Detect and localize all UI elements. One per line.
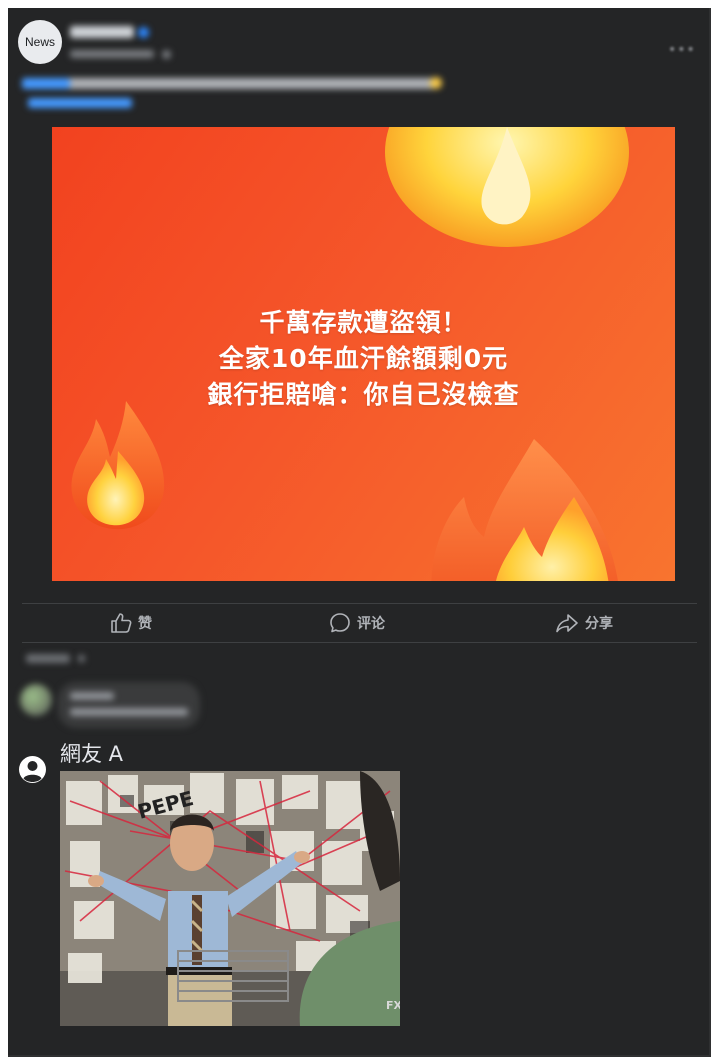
share-icon (556, 614, 578, 633)
share-button[interactable]: 分享 (555, 612, 613, 634)
comment-label: 评论 (357, 616, 385, 632)
card-edge (709, 8, 711, 1057)
fire-emoji-icon (431, 439, 618, 581)
svg-text:FX: FX (386, 999, 400, 1012)
post-link-blurred[interactable] (28, 98, 132, 108)
post-text-blurred (22, 77, 442, 89)
user-icon[interactable] (19, 756, 46, 783)
headline-line-1: 千萬存款遭盜領！ (259, 308, 468, 337)
divider (22, 642, 697, 643)
divider (22, 603, 697, 604)
like-button[interactable]: 赞 (110, 612, 152, 634)
globe-icon (162, 50, 171, 59)
comment-button[interactable]: 评论 (329, 612, 385, 634)
commenter-name[interactable]: 網友 A (60, 738, 123, 768)
comment-bubble-blurred (58, 682, 200, 728)
meme-photo: PEPE FX (60, 771, 400, 1026)
commenter-avatar-blurred[interactable] (20, 684, 52, 716)
comment-meme-image[interactable]: PEPE FX (60, 771, 400, 1026)
post-timestamp-blurred[interactable] (70, 50, 154, 58)
card-edge (8, 1055, 711, 1057)
comment-text-blurred (70, 708, 188, 716)
verified-badge-icon (138, 27, 149, 38)
emoji-icon (430, 77, 442, 89)
thumbs-up-icon (111, 613, 132, 633)
fire-emoji-icon (385, 127, 629, 247)
fire-emoji-icon (71, 401, 165, 530)
page-avatar[interactable]: News (18, 20, 62, 64)
like-label: 赞 (138, 616, 152, 632)
headline-line-2: 全家10年血汗餘額剩0元 (218, 344, 509, 373)
hashtag-link[interactable] (22, 78, 70, 89)
comment-sort-blurred[interactable] (26, 654, 70, 663)
comment-icon (330, 613, 350, 633)
share-label: 分享 (585, 616, 613, 632)
commenter-name-blurred[interactable] (70, 692, 114, 700)
post-image[interactable]: 千萬存款遭盜領！ 全家10年血汗餘額剩0元 銀行拒賠嗆：你自己沒檢查 (52, 127, 675, 581)
headline-line-3: 銀行拒賠嗆：你自己沒檢查 (207, 380, 520, 409)
more-options-icon[interactable]: ••• (668, 42, 696, 58)
chevron-down-icon[interactable] (78, 655, 85, 662)
page-name-blurred[interactable] (70, 26, 134, 38)
